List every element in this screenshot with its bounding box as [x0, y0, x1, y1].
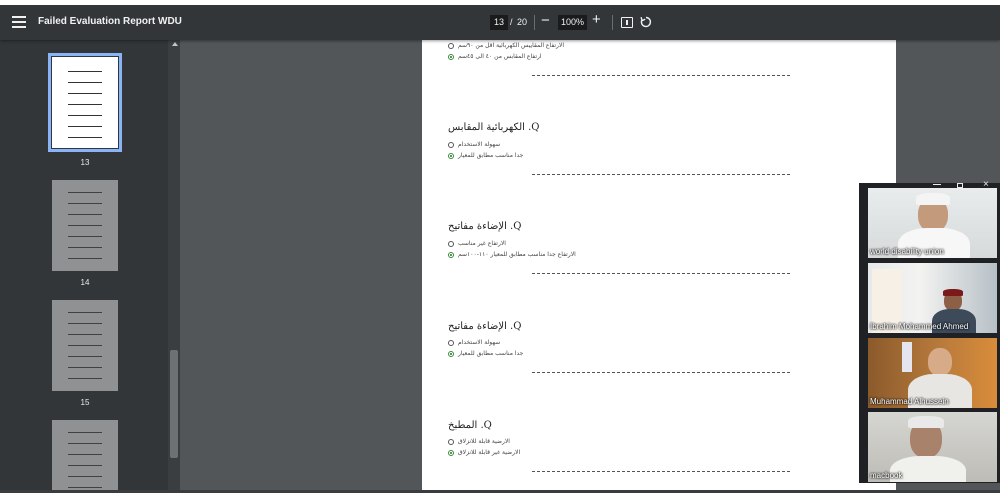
toolbar-divider — [534, 15, 535, 30]
menu-icon[interactable] — [12, 16, 26, 28]
participant-tile[interactable]: macbook — [868, 412, 997, 482]
toolbar-divider — [612, 15, 613, 30]
radio-icon — [448, 339, 454, 346]
page-separator: / — [510, 17, 513, 27]
dashed-divider — [532, 273, 790, 274]
page-thumbnail-14[interactable] — [52, 180, 118, 271]
zoom-out-button[interactable]: − — [541, 12, 550, 29]
page-thumbnail-15[interactable] — [52, 300, 118, 391]
answer-option: ارتفاع المقابس من ٤٠ الى ٤٥سم — [448, 53, 542, 60]
participant-video — [916, 193, 950, 205]
question-title: الإضاءة مفاتيح .Q — [448, 221, 522, 232]
checked-radio-icon — [448, 251, 454, 258]
thumbnail-page-number: 15 — [80, 398, 90, 407]
participant-video — [943, 289, 963, 296]
radio-icon — [448, 141, 454, 148]
zoom-level-input[interactable]: 100% — [558, 15, 587, 30]
sidebar-scrollbar-thumb[interactable] — [170, 350, 178, 458]
answer-option: جدا مناسب مطابق للمعيار — [448, 350, 523, 357]
participant-name: Muhammad Alhussein — [870, 397, 949, 406]
dashed-divider — [532, 372, 790, 373]
checked-radio-icon — [448, 53, 454, 60]
checked-radio-icon — [448, 152, 454, 159]
checked-radio-icon — [448, 350, 454, 357]
document-page: الارتفاع المقاييس الكهربائية اقل من ٩٠سم… — [422, 40, 896, 493]
total-pages: 20 — [517, 17, 528, 27]
participant-name: Ibrahim Mohammed Ahmed — [870, 322, 969, 331]
answer-option: الارضية قابلة للانزلاق — [448, 438, 510, 445]
scroll-up-icon[interactable] — [172, 42, 178, 46]
fit-to-page-icon[interactable] — [621, 17, 633, 28]
thumbnail-page-number: 13 — [80, 158, 90, 167]
participant-video — [908, 416, 944, 428]
answer-option: الارتفاع المقاييس الكهربائية اقل من ٩٠سم — [448, 42, 564, 49]
page-thumbnail-16[interactable] — [52, 420, 118, 493]
answer-option: الارضية غير قابلة للانزلاق — [448, 449, 520, 456]
participant-name: world disability union — [870, 247, 944, 256]
dashed-divider — [532, 75, 790, 76]
thumbnail-sidebar: 13 14 15 — [0, 40, 168, 493]
pdf-toolbar: Failed Evaluation Report WDU 13 / 20 − 1… — [0, 5, 1000, 40]
radio-icon — [448, 438, 454, 445]
participant-tile[interactable]: Ibrahim Mohammed Ahmed — [868, 263, 997, 333]
participant-video — [902, 342, 912, 372]
current-page-input[interactable]: 13 — [490, 15, 508, 30]
radio-icon — [448, 42, 454, 49]
minimize-icon[interactable] — [933, 184, 941, 185]
rotate-icon[interactable] — [640, 16, 652, 28]
answer-option: سهولة الاستخدام — [448, 339, 500, 346]
participant-name: macbook — [870, 471, 903, 480]
video-call-panel: × world disability union Ibrahim Mohamme… — [859, 179, 1000, 483]
pdf-viewer-screen: Failed Evaluation Report WDU 13 / 20 − 1… — [0, 5, 1000, 493]
document-title: Failed Evaluation Report WDU — [38, 16, 182, 27]
participant-tile[interactable]: world disability union — [868, 188, 997, 258]
answer-option: جدا مناسب مطابق للمعيار — [448, 152, 523, 159]
answer-option: الارتفاع جدا مناسب مطابق للمعيار ١١٠-١٠٠… — [448, 251, 576, 258]
dashed-divider — [532, 174, 790, 175]
answer-option: سهولة الاستخدام — [448, 141, 500, 148]
page-thumbnail-13[interactable] — [48, 53, 122, 152]
thumbnail-page-number: 14 — [80, 278, 90, 287]
checked-radio-icon — [448, 449, 454, 456]
zoom-in-button[interactable]: + — [592, 11, 601, 28]
participant-tile[interactable]: Muhammad Alhussein — [868, 338, 997, 408]
question-title: المطبخ .Q — [448, 420, 492, 431]
participant-video — [928, 348, 952, 376]
radio-icon — [448, 240, 454, 247]
dashed-divider — [532, 471, 790, 472]
question-title: الإضاءة مفاتيح .Q — [448, 321, 522, 332]
question-title: الكهربائية المقابس .Q — [448, 122, 540, 133]
answer-option: الارتفاع غير مناسب — [448, 240, 506, 247]
